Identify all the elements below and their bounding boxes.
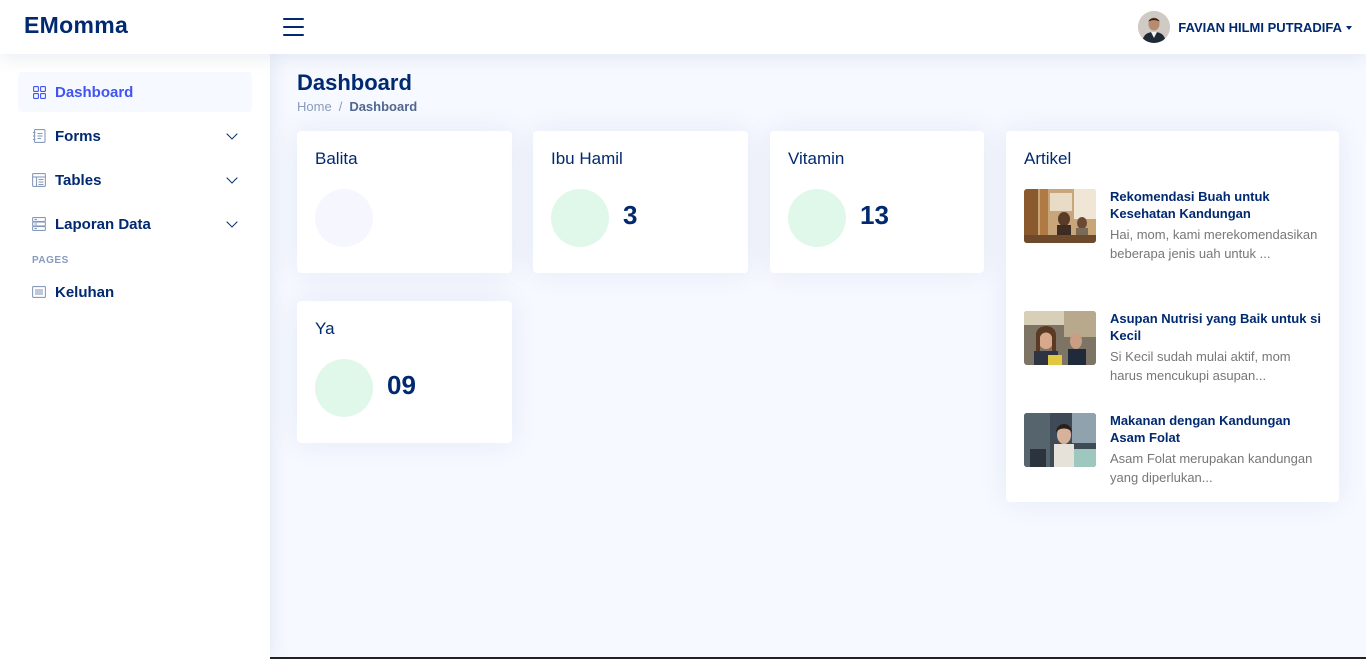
article-heading[interactable]: Rekomendasi Buah untuk Kesehatan Kandung… [1110, 189, 1324, 222]
sidebar-item-forms[interactable]: Forms [18, 116, 252, 156]
card-icon-circle [315, 189, 373, 247]
card-value: 13 [860, 200, 889, 230]
sidebar-item-dashboard[interactable]: Dashboard [18, 72, 252, 112]
chevron-down-icon [226, 128, 238, 140]
article-heading[interactable]: Asupan Nutrisi yang Baik untuk si Kecil [1110, 311, 1324, 344]
sidebar: Dashboard Forms Tables Laporan Data PAGE… [0, 54, 270, 659]
sidebar-heading-pages: PAGES [32, 255, 69, 266]
article-item: Asupan Nutrisi yang Baik untuk si Kecil … [1024, 311, 1324, 387]
chevron-down-icon [226, 172, 238, 184]
logo[interactable]: EMomma [24, 12, 128, 39]
card-icon-circle [788, 189, 846, 247]
sidebar-item-tables[interactable]: Tables [18, 160, 252, 200]
grid-icon [32, 85, 46, 99]
layout-text-window-icon [32, 173, 46, 187]
article-excerpt: Si Kecil sudah mulai aktif, mom harus me… [1110, 349, 1291, 383]
sidebar-item-label: Laporan Data [55, 215, 151, 233]
sidebar-item-laporan-data[interactable]: Laporan Data [18, 204, 252, 244]
card-balita: Balita [297, 131, 512, 273]
card-title: Balita [315, 149, 358, 168]
card-title: Ya [315, 319, 335, 338]
profile-dropdown[interactable]: FAVIAN HILMI PUTRADIFA [1138, 11, 1352, 43]
article-excerpt: Hai, mom, kami merekomendasikan beberapa… [1110, 227, 1318, 261]
sidebar-item-keluhan[interactable]: Keluhan [18, 272, 252, 312]
breadcrumb-home-link[interactable]: Home [297, 99, 332, 114]
page-title: Dashboard [297, 70, 412, 95]
breadcrumb: Home / Dashboard [297, 99, 417, 114]
card-title: Ibu Hamil [551, 149, 623, 168]
card-icon-circle [315, 359, 373, 417]
sidebar-item-label: Tables [55, 171, 102, 189]
header: EMomma FAVIAN HILMI PUTRADIFA [0, 0, 1366, 54]
article-thumbnail[interactable] [1024, 311, 1096, 365]
article-excerpt: Asam Folat merupakan kandungan yang dipe… [1110, 451, 1313, 485]
card-title: Vitamin [788, 149, 845, 168]
card-value: 09 [387, 370, 416, 400]
sidebar-item-label: Keluhan [55, 283, 115, 301]
article-thumbnail[interactable] [1024, 413, 1096, 467]
server-icon [32, 217, 46, 231]
card-artikel: Artikel Rekomendasi Buah untuk Kesehatan… [1006, 131, 1339, 502]
card-icon-circle [551, 189, 609, 247]
chevron-down-icon [226, 216, 238, 228]
breadcrumb-separator: / [338, 99, 343, 114]
caret-down-icon [1346, 25, 1352, 30]
card-list-icon [32, 285, 46, 299]
article-heading[interactable]: Makanan dengan Kandungan Asam Folat [1110, 413, 1324, 446]
card-value: 3 [623, 200, 638, 230]
card-ya: Ya 09 [297, 301, 512, 443]
hamburger-icon[interactable] [283, 17, 304, 37]
card-ibu-hamil: Ibu Hamil 3 [533, 131, 748, 273]
breadcrumb-current: Dashboard [349, 99, 418, 114]
card-vitamin: Vitamin 13 [770, 131, 984, 273]
profile-name: FAVIAN HILMI PUTRADIFA [1178, 19, 1342, 35]
avatar [1138, 11, 1171, 43]
journal-text-icon [32, 129, 46, 143]
article-item: Makanan dengan Kandungan Asam Folat Asam… [1024, 413, 1324, 489]
card-title: Artikel [1024, 149, 1072, 168]
sidebar-item-label: Forms [55, 127, 101, 145]
sidebar-item-label: Dashboard [55, 83, 134, 101]
article-thumbnail[interactable] [1024, 189, 1096, 243]
article-item: Rekomendasi Buah untuk Kesehatan Kandung… [1024, 189, 1324, 284]
